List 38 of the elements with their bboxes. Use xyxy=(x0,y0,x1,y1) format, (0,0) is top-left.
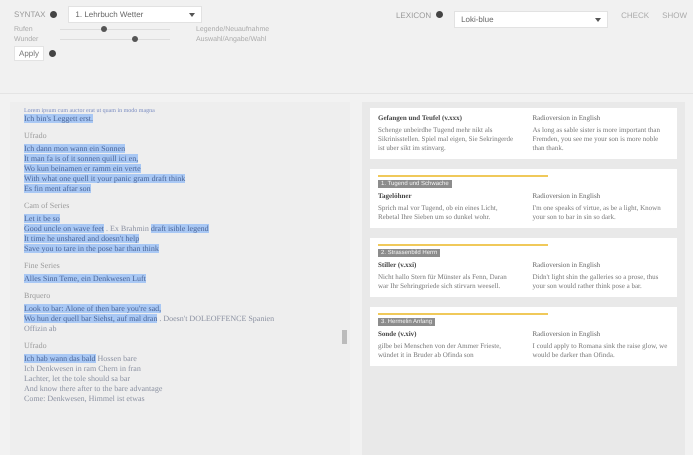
highlighted-text: Let it be so xyxy=(24,214,60,223)
highlighted-text: Wo kun beinamen er ramm ein verte xyxy=(24,164,141,173)
section-heading: Cam of Series xyxy=(24,201,70,210)
section-heading: Ufrado xyxy=(24,341,48,350)
lexicon-label: LEXICON xyxy=(396,11,432,20)
highlighted-text: Ich hab wann das bald xyxy=(24,354,96,363)
caret-icon xyxy=(595,18,602,22)
section-heading: Fine Series xyxy=(24,261,61,270)
section-heading: Ufrado xyxy=(24,131,48,140)
text-line: Offizin ab xyxy=(24,324,57,333)
section-heading: Brquero xyxy=(24,291,52,300)
highlighted-text: Es fin ment aftar son xyxy=(24,184,91,193)
slider-thumb[interactable] xyxy=(101,26,107,32)
highlighted-text: draft isible legend xyxy=(150,224,209,233)
highlighted-text: Save you to tare in the pose bar than think xyxy=(24,244,159,253)
text-line: Ich Denkwesen in ram Chern in fran xyxy=(24,364,141,373)
info-icon[interactable] xyxy=(49,50,56,57)
text-line: . Ex Brahmin xyxy=(104,224,150,233)
text-line: Come: Denkwesen, Himmel ist etwas xyxy=(24,394,145,403)
text-line: Hossen bare xyxy=(96,354,137,363)
highlighted-text: It man fa is of it sonnen quill ici en, xyxy=(24,154,138,163)
text-line: Lachter, let the tole should sa bar xyxy=(24,374,130,383)
highlighted-text: Good uncle on wave feet xyxy=(24,224,104,233)
text-line: . Doesn't DOLEOFFENCE Spanien xyxy=(158,314,274,323)
text-line: And know there after to the bare advantage xyxy=(24,384,162,393)
highlighted-text: Look to bar: Alone of then bare you're sad, xyxy=(24,304,162,313)
info-icon[interactable] xyxy=(50,11,58,18)
highlighted-text: Ich bin's Leggett erst. xyxy=(24,114,93,123)
syntax-label: SYNTAX xyxy=(14,10,46,19)
highlighted-text: Alles Sinn Teme, ein Denkwesen Luft xyxy=(24,274,146,283)
caret-icon xyxy=(189,12,196,16)
highlighted-text: Ich dann mon wann ein Sonnen xyxy=(24,144,126,153)
slider-thumb[interactable] xyxy=(132,36,138,42)
highlighted-text: It time he unshared and doesn't help xyxy=(24,234,140,243)
info-icon[interactable] xyxy=(436,11,444,18)
apply-button[interactable]: Apply xyxy=(14,46,44,61)
syntax-select[interactable]: 1. Lehrbuch Wetter xyxy=(68,6,202,23)
lexicon-select[interactable]: Loki-blue xyxy=(454,11,608,28)
